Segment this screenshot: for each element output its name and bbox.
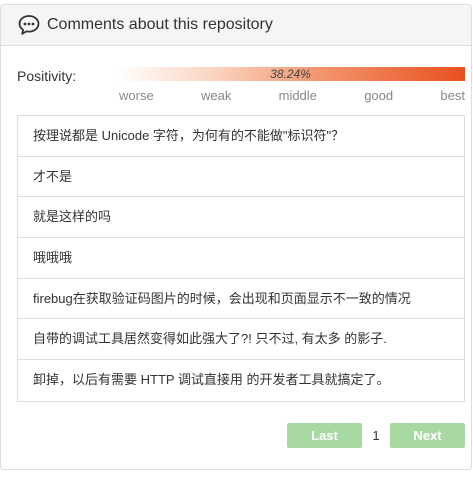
comment-item: firebug在获取验证码图片的时候，会出现和页面显示不一致的情况: [18, 279, 464, 320]
comment-list: 按理说都是 Unicode 字符，为何有的不能做"标识符"？ 才不是 就是这样的吗哦…: [17, 115, 465, 402]
comment-item: 自带的调试工具居然变得如此强大了?! 只不过, 有太多 的影子.: [18, 319, 464, 361]
current-page: 1: [372, 428, 380, 443]
comment-item: 按理说都是 Unicode 字符，为何有的不能做"标识符"？: [18, 116, 464, 157]
comment-item: 哦哦哦: [18, 238, 464, 279]
positivity-scale: worse weak middle good best: [116, 88, 465, 106]
comment-item: 卸掉，以后有需要 HTTP 调试直接用 的开发者工具就搞定了。: [33, 372, 390, 388]
positivity-label: Positivity:: [17, 68, 77, 84]
comments-panel: Comments about this repository Positivit…: [0, 4, 472, 470]
positivity-meter: Positivity: 38.24% worse weak middle good be…: [17, 66, 465, 106]
next-page-button[interactable]: Next: [390, 423, 465, 448]
positivity-value: 38.24%: [270, 67, 311, 81]
scale-label: weak: [200, 88, 232, 103]
pagination: Last 1 Next: [287, 423, 465, 448]
last-page-button[interactable]: Last: [287, 423, 362, 448]
scale-label: middle: [278, 88, 317, 103]
comments-icon: [17, 13, 41, 37]
panel-header: Comments about this repository: [1, 5, 471, 46]
positivity-bar: 38.24%: [116, 67, 465, 81]
scale-label: good: [364, 88, 394, 103]
comment-item: 就是这样的吗: [18, 197, 464, 239]
scale-label: best: [440, 88, 465, 103]
scale-label: worse: [119, 88, 154, 103]
comment-item: 才不是: [18, 157, 464, 198]
panel-title: Comments about this repository: [47, 16, 273, 33]
